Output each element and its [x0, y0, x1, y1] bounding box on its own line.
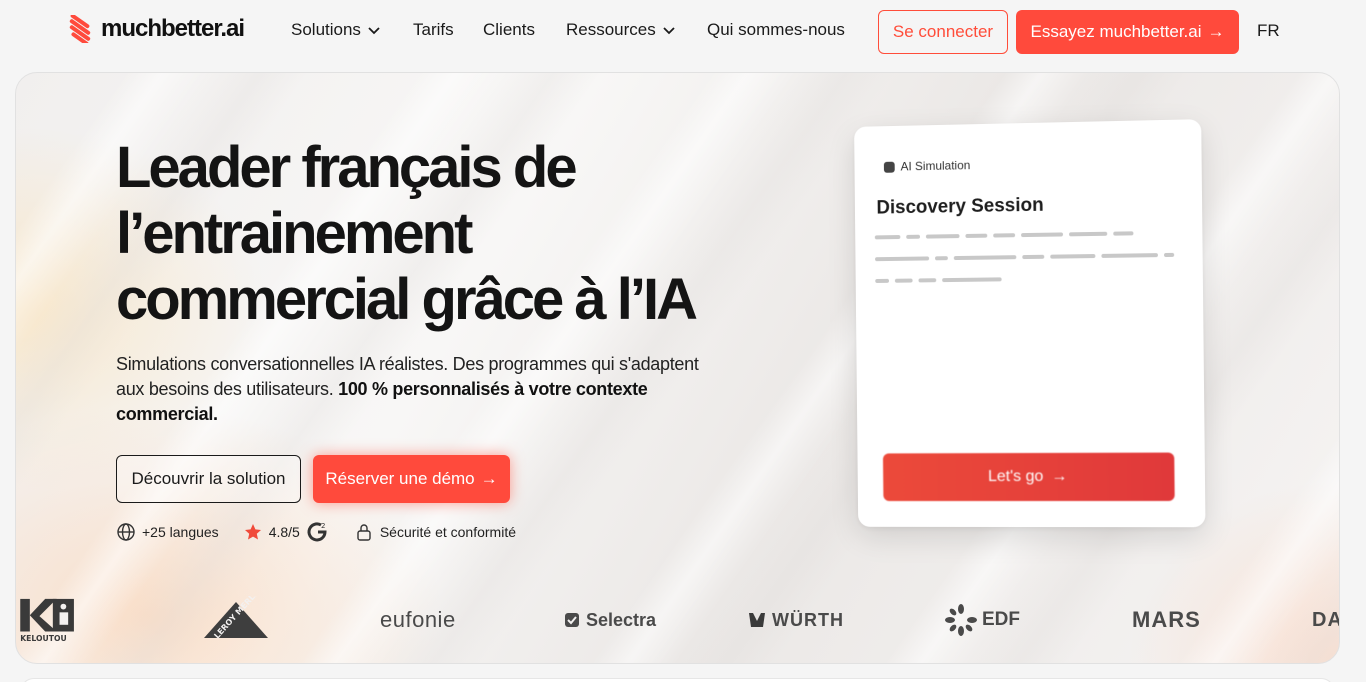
brand-name: muchbetter.ai: [101, 15, 245, 42]
language-selector[interactable]: FR: [1257, 21, 1280, 41]
book-demo-label: Réserver une démo: [325, 469, 475, 488]
svg-text:KELOUTOU: KELOUTOU: [20, 634, 66, 643]
selectra-label: Selectra: [586, 609, 657, 630]
check-square-icon: [565, 613, 579, 627]
top-navigation: muchbetter.ai Solutions Tarifs Clients R…: [0, 0, 1366, 64]
brand-logo-icon: [69, 15, 91, 43]
globe-icon: [117, 523, 135, 541]
arrow-right-icon: →: [1051, 467, 1068, 485]
nav-ressources[interactable]: Ressources: [566, 20, 676, 40]
try-muchbetter-button[interactable]: Essayez muchbetter.ai →: [1016, 10, 1239, 54]
arrow-right-icon: →: [480, 469, 498, 488]
lets-go-label: Let's go: [987, 467, 1044, 486]
card-placeholder-text: [874, 231, 1175, 301]
client-logo-partial: DA: [1312, 608, 1340, 631]
client-logos-strip: KELOUTOU LEROY MERLIN eufonie Selectra W…: [16, 595, 1340, 651]
lock-icon: [357, 524, 371, 541]
rating-label: 4.8/5: [268, 524, 300, 540]
chat-bubble-icon: [883, 161, 895, 173]
client-logo-selectra: Selectra: [564, 595, 656, 645]
client-logo-eufonie: eufonie: [380, 607, 456, 632]
nav-tarifs-label: Tarifs: [413, 20, 454, 39]
nav-qui-sommes-nous-label: Qui sommes-nous: [707, 20, 845, 39]
hero-title-line-3: commercial grâce à l’IA: [116, 267, 698, 332]
nav-tarifs[interactable]: Tarifs: [413, 20, 454, 40]
ai-simulation-card: AI Simulation Discovery Session Let's go…: [854, 119, 1206, 528]
client-logo-wurth: WÜRTH: [748, 595, 844, 645]
nav-solutions[interactable]: Solutions: [291, 20, 381, 40]
hero-badges: +25 langues 4.8/5 2 Sécurité et conformi…: [116, 521, 540, 543]
nav-ressources-label: Ressources: [566, 20, 656, 39]
wurth-label: WÜRTH: [772, 609, 844, 630]
hero-section: Leader français de l’entrainement commer…: [15, 72, 1340, 664]
card-tag: AI Simulation: [883, 158, 971, 174]
hero-title: Leader français de l’entrainement commer…: [116, 135, 716, 333]
book-demo-button[interactable]: Réserver une démo →: [313, 455, 510, 503]
hero-subtitle: Simulations conversationnelles IA réalis…: [116, 352, 716, 427]
client-logo-mars: MARS: [1132, 607, 1201, 632]
security-label: Sécurité et conformité: [379, 524, 516, 540]
hero-title-line-2: l’entrainement: [116, 201, 473, 266]
chevron-down-icon: [663, 27, 675, 35]
hero-title-line-1: Leader français de: [116, 135, 578, 200]
languages-badge: +25 langues: [116, 522, 219, 542]
edf-logo-icon: [945, 604, 977, 636]
svg-text:2: 2: [321, 522, 325, 530]
login-button[interactable]: Se connecter: [878, 10, 1008, 54]
g2-logo-icon: 2: [307, 522, 327, 542]
chevron-down-icon: [368, 27, 380, 35]
rating-badge: 4.8/5 2: [243, 520, 330, 544]
client-logo-edf: EDF: [944, 595, 1020, 645]
discover-solution-button[interactable]: Découvrir la solution: [116, 455, 301, 503]
security-badge: Sécurité et conformité: [354, 522, 516, 542]
nav-qui-sommes-nous[interactable]: Qui sommes-nous: [707, 20, 845, 40]
star-icon: [244, 524, 261, 540]
client-logo-leroy-merlin: LEROY MERLIN: [200, 595, 272, 645]
lets-go-button[interactable]: Let's go →: [882, 452, 1175, 502]
try-button-label: Essayez muchbetter.ai: [1030, 22, 1202, 41]
arrow-right-icon: →: [1207, 22, 1225, 41]
nav-clients-label: Clients: [483, 20, 535, 39]
brand-logo[interactable]: muchbetter.ai: [67, 14, 245, 44]
nav-solutions-label: Solutions: [291, 20, 361, 39]
card-tag-label: AI Simulation: [900, 158, 971, 174]
keloutou-logo-icon: KELOUTOU: [20, 598, 74, 643]
next-section-card: [20, 678, 1335, 682]
wurth-logo-icon: [749, 613, 765, 627]
card-title: Discovery Session: [876, 194, 1044, 219]
leroy-merlin-logo-icon: LEROY MERLIN: [204, 596, 268, 640]
client-logo-keloutou: KELOUTOU: [20, 595, 78, 645]
edf-label: EDF: [982, 609, 1020, 630]
languages-label: +25 langues: [142, 524, 219, 540]
nav-clients[interactable]: Clients: [483, 20, 535, 40]
